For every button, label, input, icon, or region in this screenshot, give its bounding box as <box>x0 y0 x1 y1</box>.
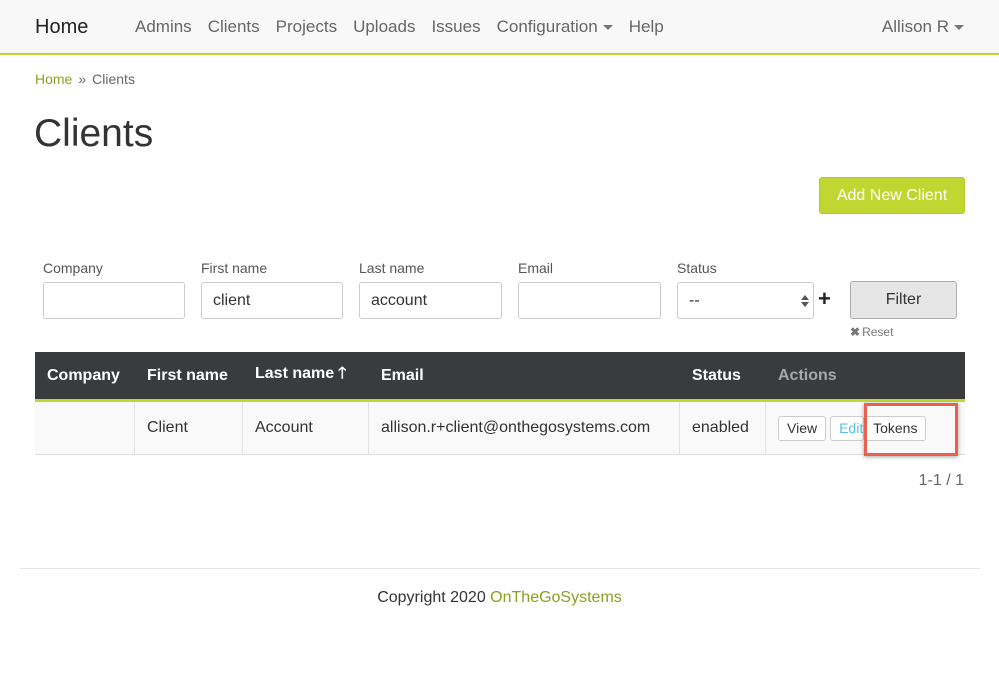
plus-icon[interactable]: + <box>818 288 831 310</box>
reset-label: Reset <box>862 325 894 339</box>
company-filter-label: Company <box>43 260 103 276</box>
select-updown-icon <box>801 294 809 307</box>
nav-help[interactable]: Help <box>629 17 664 37</box>
first-name-filter-input[interactable]: client <box>201 282 343 319</box>
caret-down-icon <box>954 25 964 30</box>
reset-link[interactable]: ✖ Reset <box>850 325 893 339</box>
arrow-up-icon: 🡑 <box>338 365 347 382</box>
nav-clients[interactable]: Clients <box>208 17 260 37</box>
first-name-filter-label: First name <box>201 260 268 276</box>
breadcrumb-current: Clients <box>92 71 135 87</box>
breadcrumb-separator: » <box>78 71 87 87</box>
footer: Copyright 2020 OnTheGoSystems <box>0 589 999 607</box>
company-filter-input[interactable] <box>43 282 185 319</box>
nav-issues[interactable]: Issues <box>431 17 480 37</box>
header-company[interactable]: Company <box>35 367 135 385</box>
view-button[interactable]: View <box>778 415 827 441</box>
cell-first-name: Client <box>135 402 243 454</box>
nav-configuration-dropdown[interactable]: Configuration <box>497 17 613 37</box>
page-title: Clients <box>34 112 154 155</box>
cell-status: enabled <box>680 402 766 454</box>
header-status[interactable]: Status <box>680 367 766 385</box>
pagination-info: 1-1 / 1 <box>918 472 964 489</box>
status-filter-label: Status <box>677 260 717 276</box>
email-filter-label: Email <box>518 260 554 276</box>
copyright-text: Copyright 2020 <box>377 589 486 606</box>
cell-last-name: Account <box>243 402 369 454</box>
close-icon: ✖ <box>850 325 861 339</box>
nav-uploads[interactable]: Uploads <box>353 17 415 37</box>
cell-company <box>35 402 135 454</box>
status-selected-value: -- <box>689 292 700 309</box>
last-name-filter-input[interactable]: account <box>359 282 502 319</box>
table-row: Client Account allison.r+client@onthegos… <box>35 402 965 455</box>
top-navbar: Home Admins Clients Projects Uploads Iss… <box>0 0 999 55</box>
header-actions: Actions <box>778 366 837 384</box>
nav-links: Admins Clients Projects Uploads Issues C… <box>135 0 680 53</box>
email-filter-input[interactable] <box>518 282 661 319</box>
nav-configuration-label: Configuration <box>496 16 598 36</box>
caret-down-icon <box>602 25 613 30</box>
user-name: Allison R <box>881 16 949 36</box>
cell-email: allison.r+client@onthegosystems.com <box>369 402 680 454</box>
breadcrumb: Home » Clients <box>35 71 135 87</box>
edit-button[interactable]: Edit <box>830 415 865 441</box>
table-header: Company First name Last name 🡑 Email Stat… <box>35 352 965 402</box>
add-new-client-button[interactable]: Add New Client <box>819 177 965 214</box>
header-last-name[interactable]: Last name 🡑 <box>243 362 369 389</box>
header-last-name-label: Last name <box>255 365 335 382</box>
header-first-name[interactable]: First name <box>135 367 243 385</box>
breadcrumb-home-link[interactable]: Home <box>35 71 72 87</box>
company-link[interactable]: OnTheGoSystems <box>490 589 622 606</box>
nav-admins[interactable]: Admins <box>135 17 192 37</box>
filter-button[interactable]: Filter <box>850 281 957 319</box>
footer-divider <box>20 568 980 569</box>
brand-home-link[interactable]: Home <box>35 16 88 39</box>
status-filter-select[interactable]: -- <box>677 282 814 319</box>
header-email[interactable]: Email <box>369 367 680 385</box>
last-name-filter-label: Last name <box>359 260 425 276</box>
tokens-button[interactable]: Tokens <box>864 415 927 441</box>
nav-projects[interactable]: Projects <box>276 17 337 37</box>
cell-actions: View Edit Tokens <box>766 402 965 454</box>
clients-table: Company First name Last name 🡑 Email Stat… <box>35 352 965 455</box>
user-menu-dropdown[interactable]: Allison R <box>882 0 964 53</box>
